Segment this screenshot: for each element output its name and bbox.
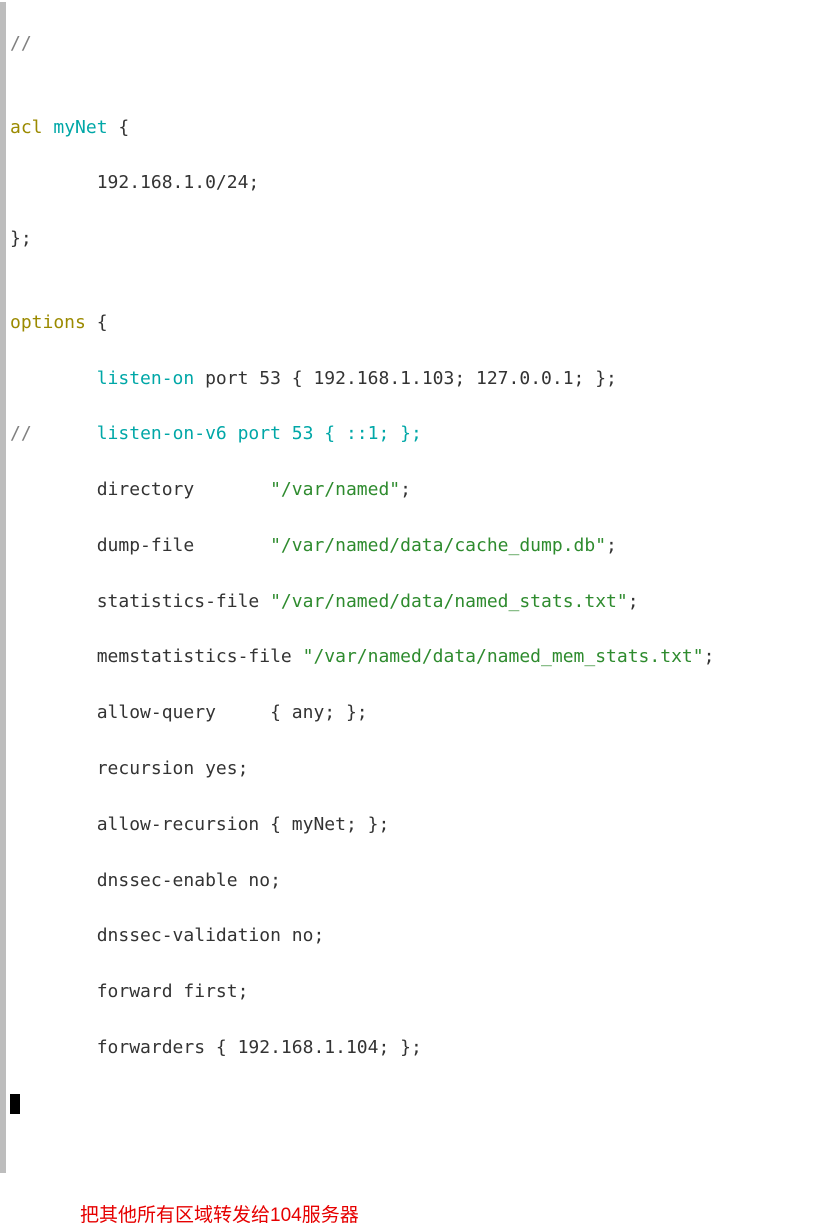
text-token: directory [97, 479, 270, 500]
code-line: listen-on port 53 { 192.168.1.103; 127.0… [10, 365, 714, 393]
comment-token: // [10, 33, 32, 54]
keyword-token: acl [10, 117, 43, 138]
brace-token: { [118, 117, 129, 138]
cursor-line [10, 1090, 714, 1118]
comment-token: // [10, 423, 32, 444]
code-block: // acl myNet { 192.168.1.0/24; }; option… [0, 0, 840, 1173]
code-line: // listen-on-v6 port 53 { ::1; }; [10, 420, 714, 448]
code-line: forward first; [10, 978, 714, 1006]
string-token: "/var/named" [270, 479, 400, 500]
text-token: statistics-file [97, 591, 270, 612]
identifier-token: myNet [43, 117, 119, 138]
text-token: dnssec-validation no; [97, 925, 325, 946]
code-line: recursion yes; [10, 755, 714, 783]
code-content: // acl myNet { 192.168.1.0/24; }; option… [6, 2, 714, 1173]
brace-token: { [86, 312, 108, 333]
code-line: dump-file "/var/named/data/cache_dump.db… [10, 532, 714, 560]
text-token: 192.168.1.0/24; [97, 172, 260, 193]
code-line: // [10, 30, 714, 58]
semi-token: ; [628, 591, 639, 612]
code-line: statistics-file "/var/named/data/named_s… [10, 588, 714, 616]
code-line: dnssec-enable no; [10, 867, 714, 895]
code-line: allow-query { any; }; [10, 699, 714, 727]
caption-area: 把其他所有区域转发给104服务器 [0, 1173, 840, 1224]
directive-token: listen-on [97, 368, 195, 389]
text-token: allow-query { any; }; [97, 702, 368, 723]
code-line: acl myNet { [10, 114, 714, 142]
semi-token: ; [704, 646, 715, 667]
text-token: allow-recursion { myNet; }; [97, 814, 390, 835]
text-token: forward first; [97, 981, 249, 1002]
text-token: memstatistics-file [97, 646, 303, 667]
code-line: }; [10, 225, 714, 253]
string-token: "/var/named/data/named_mem_stats.txt" [303, 646, 704, 667]
code-line: options { [10, 309, 714, 337]
text-token: dump-file [97, 535, 270, 556]
code-line: 192.168.1.0/24; [10, 169, 714, 197]
code-line: memstatistics-file "/var/named/data/name… [10, 643, 714, 671]
code-line: dnssec-validation no; [10, 922, 714, 950]
semi-token: ; [606, 535, 617, 556]
keyword-token: options [10, 312, 86, 333]
text-token: forwarders { 192.168.1.104; }; [97, 1037, 422, 1058]
code-line: forwarders { 192.168.1.104; }; [10, 1034, 714, 1062]
directive-token: listen-on-v6 port 53 { ::1; }; [97, 423, 422, 444]
text-token: dnssec-enable no; [97, 870, 281, 891]
code-line: directory "/var/named"; [10, 476, 714, 504]
semi-token: ; [400, 479, 411, 500]
text-token: recursion yes; [97, 758, 249, 779]
cursor-icon [10, 1094, 20, 1114]
caption-text: 把其他所有区域转发给104服务器 [80, 1205, 359, 1224]
code-line: allow-recursion { myNet; }; [10, 811, 714, 839]
text-token: port 53 { 192.168.1.103; 127.0.0.1; }; [194, 368, 617, 389]
string-token: "/var/named/data/named_stats.txt" [270, 591, 628, 612]
string-token: "/var/named/data/cache_dump.db" [270, 535, 606, 556]
